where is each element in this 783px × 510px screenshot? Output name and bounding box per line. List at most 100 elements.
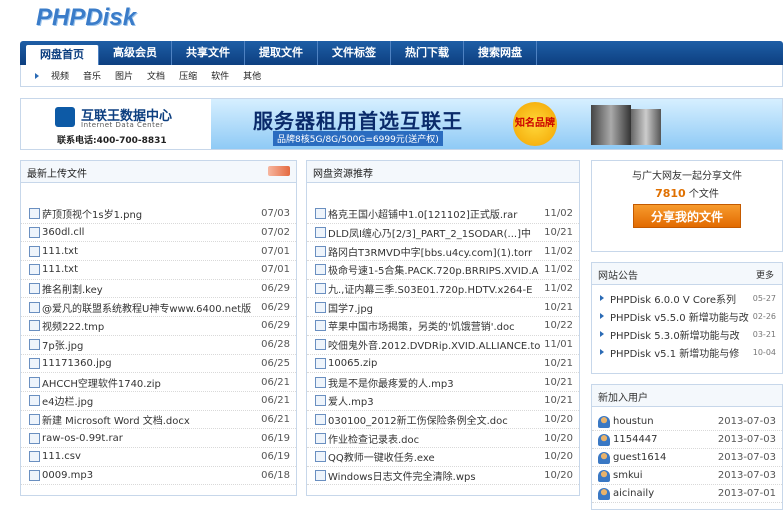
file-row[interactable]: 国学7.jpg 10/21 xyxy=(307,298,579,318)
site-logo[interactable]: PHPDisk xyxy=(36,4,136,32)
tab-hot-downloads[interactable]: 热门下载 xyxy=(391,41,464,65)
share-my-files-button[interactable]: 分享我的文件 xyxy=(633,204,741,228)
announce-link[interactable]: PHPDisk v5.5.0 新增功能与改 xyxy=(610,309,749,324)
file-name-link[interactable]: 我是不是你最疼爱的人.mp3 xyxy=(328,375,540,390)
tab-file-tags[interactable]: 文件标签 xyxy=(318,41,391,65)
user-row[interactable]: houstun 2013-07-03 xyxy=(592,413,782,431)
announce-link[interactable]: PHPDisk 5.3.0新增功能与改 xyxy=(610,327,749,342)
announce-item[interactable]: PHPDisk 5.3.0新增功能与改 03-21 xyxy=(592,325,782,343)
file-row[interactable]: 格克王国小超铺中1.0[121102]正式版.rar 11/02 xyxy=(307,205,579,224)
user-avatar-icon xyxy=(598,415,610,428)
user-name-link[interactable]: 1154447 xyxy=(613,434,718,445)
file-name-link[interactable]: 萨顶顶视个1s岁1.png xyxy=(42,206,257,221)
tab-vip[interactable]: 高级会员 xyxy=(99,41,172,65)
user-name-link[interactable]: houstun xyxy=(613,416,718,427)
file-name-link[interactable]: 作业检查记录表.doc xyxy=(328,431,540,446)
category-image[interactable]: 图片 xyxy=(115,69,133,82)
file-row[interactable]: 111.txt 07/01 xyxy=(21,261,296,280)
announce-item[interactable]: PHPDisk v5.5.0 新增功能与改 02-26 xyxy=(592,307,782,325)
file-name-link[interactable]: 11171360.jpg xyxy=(42,358,257,369)
file-name-link[interactable]: 030100_2012新工伤保险条例全文.doc xyxy=(328,412,540,427)
file-row[interactable]: @爱凡的联盟系统教程U神专www.6400.net版 06/29 xyxy=(21,298,296,318)
announce-link[interactable]: PHPDisk 6.0.0 V Core系列 xyxy=(610,291,749,306)
file-name-link[interactable]: 国学7.jpg xyxy=(328,300,540,315)
category-video[interactable]: 视频 xyxy=(51,69,69,82)
file-row[interactable]: raw-os-0.99t.rar 06/19 xyxy=(21,429,296,448)
file-name-link[interactable]: 极命号速1-5合集.PACK.720p.BRRIPS.XVID.A xyxy=(328,262,540,277)
announce-title: 网站公告 xyxy=(598,271,638,282)
file-row[interactable]: 苹果中国市场揭策，另类的'饥饿营销'.doc 10/22 xyxy=(307,317,579,336)
file-name-link[interactable]: 111.csv xyxy=(42,451,257,462)
user-name-link[interactable]: aicinaily xyxy=(613,488,718,499)
category-doc[interactable]: 文档 xyxy=(147,69,165,82)
file-row[interactable]: 360dl.cll 07/02 xyxy=(21,224,296,243)
announce-item[interactable]: PHPDisk v5.1 新增功能与修 10-04 xyxy=(592,343,782,361)
file-row[interactable]: 7p张.jpg 06/28 xyxy=(21,336,296,355)
file-name-link[interactable]: 7p张.jpg xyxy=(42,337,257,352)
category-archive[interactable]: 压缩 xyxy=(179,69,197,82)
file-name-link[interactable]: 111.txt xyxy=(42,246,257,257)
file-name-link[interactable]: 10065.zip xyxy=(328,358,540,369)
file-row[interactable]: AHCCH空理软件1740.zip 06/21 xyxy=(21,373,296,392)
ad-banner[interactable]: 互联王数据中心 Internet Data Center 联系电话:400-70… xyxy=(20,98,783,150)
file-name-link[interactable]: @爱凡的联盟系统教程U神专www.6400.net版 xyxy=(42,300,257,315)
file-row[interactable]: DLD凤I缠心乃[2/3]_PART_2_1SODAR(...]中 10/21 xyxy=(307,224,579,243)
file-name-link[interactable]: 爱人.mp3 xyxy=(328,393,540,408)
tab-shared-files[interactable]: 共享文件 xyxy=(172,41,245,65)
file-name-link[interactable]: 咬佃鬼外音.2012.DVDRip.XVID.ALLIANCE.tor xyxy=(328,337,540,352)
file-row[interactable]: Windows日志文件完全清除.wps 10/20 xyxy=(307,467,579,486)
file-row[interactable]: 我是不是你最疼爱的人.mp3 10/21 xyxy=(307,373,579,392)
file-name-link[interactable]: 视频222.tmp xyxy=(42,318,257,333)
file-name-link[interactable]: 推名削割.key xyxy=(42,281,257,296)
file-row[interactable]: 0009.mp3 06/18 xyxy=(21,467,296,486)
file-row[interactable]: 推名削割.key 06/29 xyxy=(21,280,296,299)
file-name-link[interactable]: 路冈白T3RMVD中字[bbs.u4cy.com](1).torr xyxy=(328,244,540,259)
file-row[interactable]: QQ教师一键收任务.exe 10/20 xyxy=(307,448,579,467)
file-row[interactable]: 111.csv 06/19 xyxy=(21,448,296,467)
file-name-link[interactable]: 111.txt xyxy=(42,264,257,275)
file-name-link[interactable]: e4边栏.jpg xyxy=(42,393,257,408)
file-row[interactable]: 030100_2012新工伤保险条例全文.doc 10/20 xyxy=(307,411,579,430)
file-row[interactable]: 九.,证内幕三季.S03E01.720p.HDTV.x264-E 11/02 xyxy=(307,280,579,299)
file-row[interactable]: 视频222.tmp 06/29 xyxy=(21,317,296,336)
file-name-link[interactable]: QQ教师一键收任务.exe xyxy=(328,449,540,464)
file-row[interactable]: 作业检查记录表.doc 10/20 xyxy=(307,429,579,448)
user-row[interactable]: smkui 2013-07-03 xyxy=(592,467,782,485)
user-row[interactable]: 1154447 2013-07-03 xyxy=(592,431,782,449)
file-name-link[interactable]: 九.,证内幕三季.S03E01.720p.HDTV.x264-E xyxy=(328,281,540,296)
file-name-link[interactable]: 苹果中国市场揭策，另类的'饥饿营销'.doc xyxy=(328,318,540,333)
file-name-link[interactable]: DLD凤I缠心乃[2/3]_PART_2_1SODAR(...]中 xyxy=(328,225,540,240)
file-row[interactable]: 爱人.mp3 10/21 xyxy=(307,392,579,411)
file-row[interactable]: 路冈白T3RMVD中字[bbs.u4cy.com](1).torr 11/02 xyxy=(307,242,579,262)
file-row[interactable]: 10065.zip 10/21 xyxy=(307,355,579,374)
user-row[interactable]: guest1614 2013-07-03 xyxy=(592,449,782,467)
category-music[interactable]: 音乐 xyxy=(83,69,101,82)
file-row[interactable]: 萨顶顶视个1s岁1.png 07/03 xyxy=(21,205,296,224)
file-row[interactable]: 111.txt 07/01 xyxy=(21,242,296,262)
file-name-link[interactable]: 0009.mp3 xyxy=(42,470,257,481)
tab-home[interactable]: 网盘首页 xyxy=(26,45,99,65)
user-row[interactable]: aicinaily 2013-07-01 xyxy=(592,485,782,503)
announce-more-link[interactable]: 更多 xyxy=(756,268,774,281)
tab-search[interactable]: 搜索网盘 xyxy=(464,41,537,65)
file-name-link[interactable]: AHCCH空理软件1740.zip xyxy=(42,375,257,390)
file-name-link[interactable]: 格克王国小超铺中1.0[121102]正式版.rar xyxy=(328,206,540,221)
category-other[interactable]: 其他 xyxy=(243,69,261,82)
file-row[interactable]: 咬佃鬼外音.2012.DVDRip.XVID.ALLIANCE.tor 11/01 xyxy=(307,336,579,355)
user-name-link[interactable]: smkui xyxy=(613,470,718,481)
file-row[interactable]: 11171360.jpg 06/25 xyxy=(21,355,296,374)
file-name-link[interactable]: Windows日志文件完全清除.wps xyxy=(328,468,540,483)
user-name-link[interactable]: guest1614 xyxy=(613,452,718,463)
tab-extract-files[interactable]: 提取文件 xyxy=(245,41,318,65)
file-row[interactable]: e4边栏.jpg 06/21 xyxy=(21,392,296,411)
category-software[interactable]: 软件 xyxy=(211,69,229,82)
file-row[interactable]: 极命号速1-5合集.PACK.720p.BRRIPS.XVID.A 11/02 xyxy=(307,261,579,280)
arrow-icon xyxy=(35,72,39,79)
file-name-link[interactable]: 新建 Microsoft Word 文档.docx xyxy=(42,412,257,427)
announce-item[interactable]: PHPDisk 6.0.0 V Core系列 05-27 xyxy=(592,289,782,307)
file-row[interactable]: 新建 Microsoft Word 文档.docx 06/21 xyxy=(21,411,296,430)
more-icon[interactable] xyxy=(268,166,290,176)
file-name-link[interactable]: raw-os-0.99t.rar xyxy=(42,433,257,444)
file-name-link[interactable]: 360dl.cll xyxy=(42,227,257,238)
announce-link[interactable]: PHPDisk v5.1 新增功能与修 xyxy=(610,345,749,360)
